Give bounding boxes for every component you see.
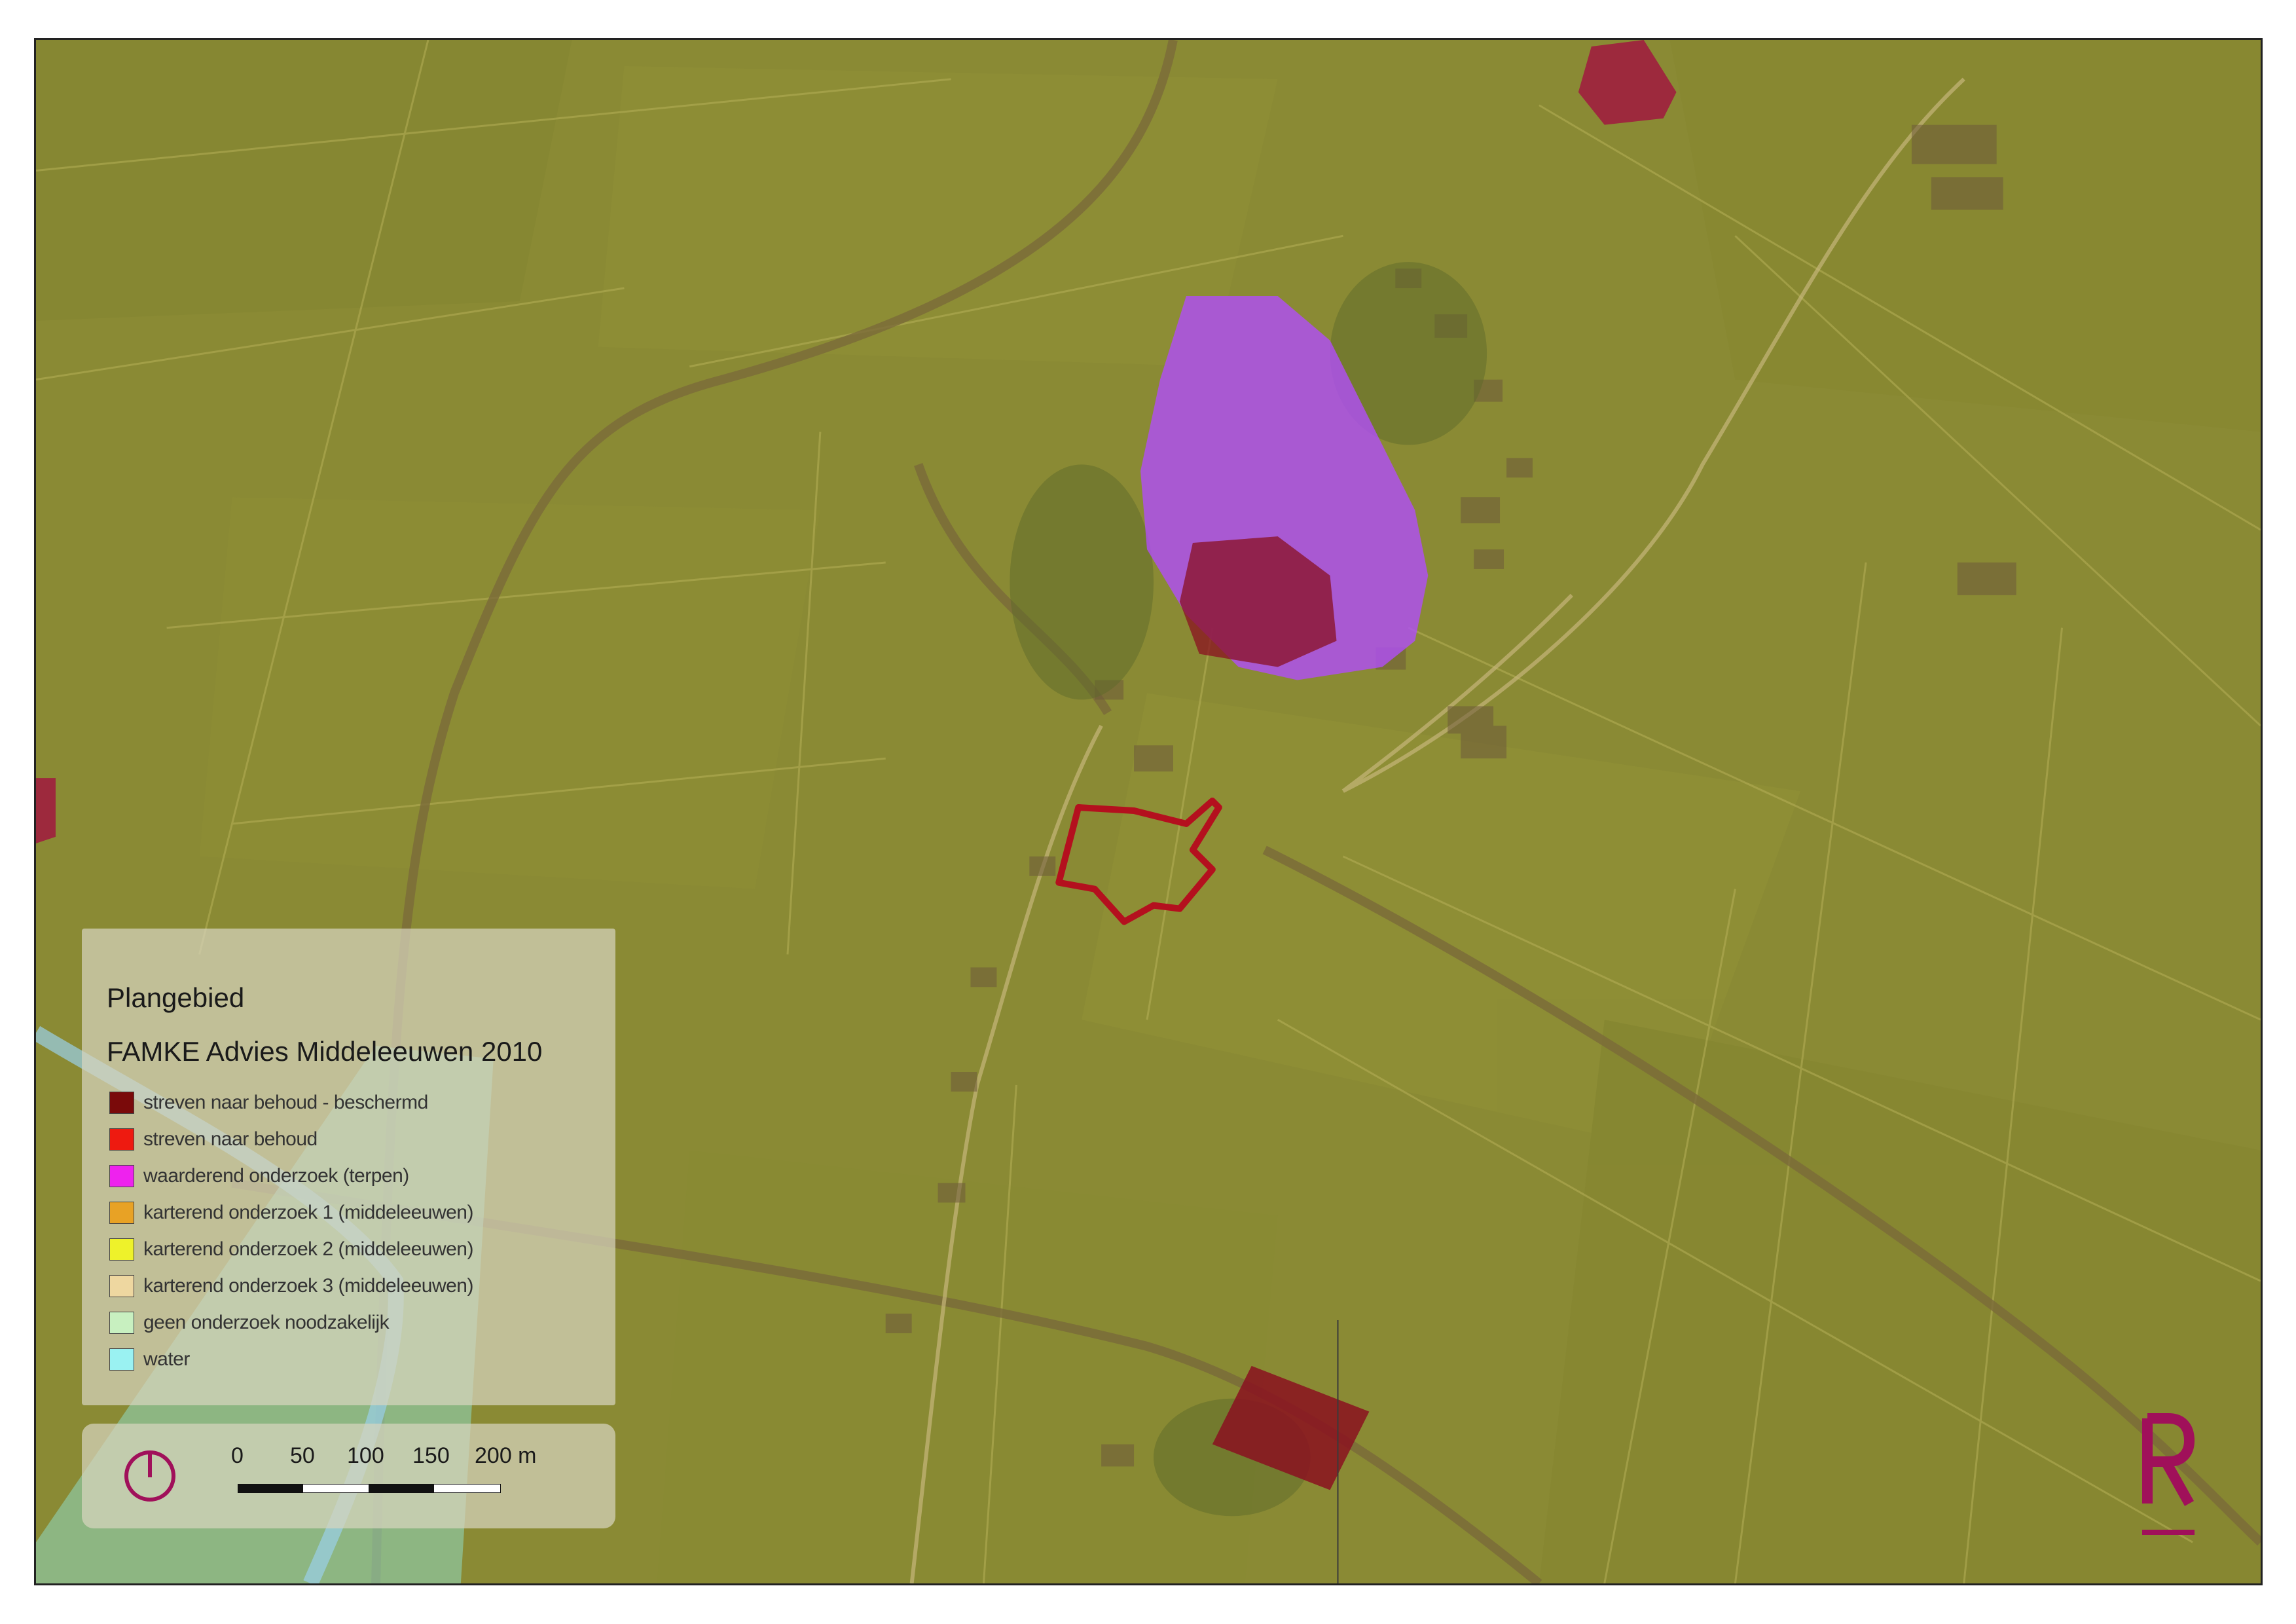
legend-item: streven naar behoud bbox=[109, 1126, 318, 1153]
legend-item: waarderend onderzoek (terpen) bbox=[109, 1163, 409, 1189]
legend-item: geen onderzoek noodzakelijk bbox=[109, 1310, 390, 1336]
legend-item: karterend onderzoek 3 (middeleeuwen) bbox=[109, 1273, 473, 1299]
legend-item: karterend onderzoek 1 (middeleeuwen) bbox=[109, 1200, 473, 1226]
scale-tick-label: 50 bbox=[290, 1443, 315, 1468]
scale-tick-label: 200 m bbox=[475, 1443, 537, 1468]
legend-item-label: karterend onderzoek 1 (middeleeuwen) bbox=[143, 1202, 473, 1223]
legend-item: streven naar behoud - beschermd bbox=[109, 1090, 428, 1116]
scale-panel: 0 50 100 150 200 m bbox=[82, 1424, 615, 1528]
legend-item-label: karterend onderzoek 2 (middeleeuwen) bbox=[143, 1238, 473, 1260]
scale-tick-label: 100 bbox=[347, 1443, 384, 1468]
legend-item-label: karterend onderzoek 3 (middeleeuwen) bbox=[143, 1275, 473, 1297]
legend-section-title: FAMKE Advies Middeleeuwen 2010 bbox=[107, 1036, 543, 1067]
legend-swatch bbox=[109, 1092, 134, 1114]
scale-bar bbox=[238, 1484, 501, 1493]
r-logo-icon bbox=[2142, 1413, 2195, 1535]
legend-swatch bbox=[109, 1312, 134, 1334]
north-arrow-icon bbox=[124, 1450, 175, 1502]
legend-swatch bbox=[109, 1202, 134, 1224]
legend-swatch bbox=[109, 1165, 134, 1187]
legend-swatch bbox=[109, 1128, 134, 1151]
legend-panel: Plangebied FAMKE Advies Middeleeuwen 201… bbox=[82, 929, 615, 1405]
legend-item-label: geen onderzoek noodzakelijk bbox=[143, 1312, 390, 1333]
legend-item-label: streven naar behoud bbox=[143, 1128, 318, 1150]
legend-swatch bbox=[109, 1348, 134, 1371]
scale-tick-label: 0 bbox=[231, 1443, 244, 1468]
beschermd-zone-left[interactable] bbox=[36, 778, 56, 843]
legend-plan-title: Plangebied bbox=[107, 982, 245, 1013]
legend-item: water bbox=[109, 1346, 190, 1373]
legend-item-label: waarderend onderzoek (terpen) bbox=[143, 1165, 409, 1187]
legend-swatch bbox=[109, 1238, 134, 1261]
legend-item-label: streven naar behoud - beschermd bbox=[143, 1092, 428, 1113]
legend-item-label: water bbox=[143, 1348, 190, 1370]
legend-swatch bbox=[109, 1275, 134, 1297]
scale-tick-label: 150 bbox=[412, 1443, 450, 1468]
legend-item: karterend onderzoek 2 (middeleeuwen) bbox=[109, 1236, 473, 1263]
